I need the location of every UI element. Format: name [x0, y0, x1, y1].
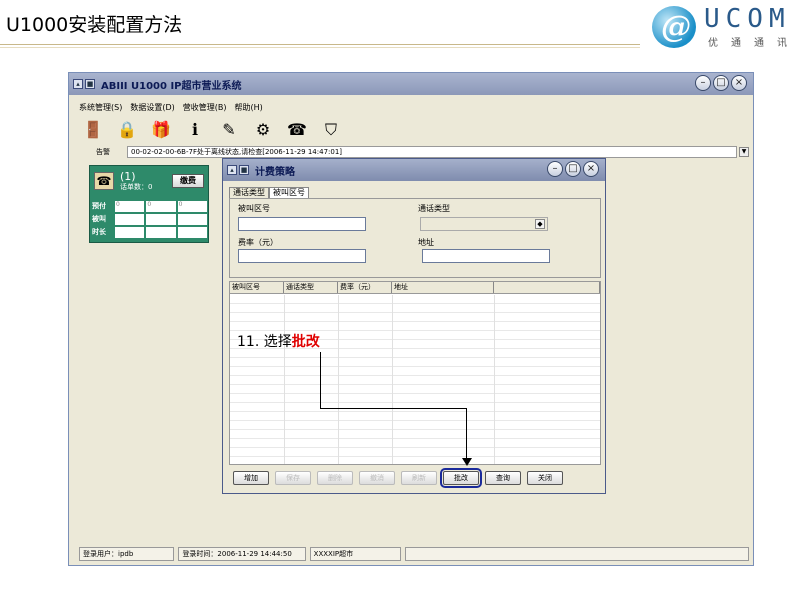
app-title-bar: ▴ ■ ABIII U1000 IP超市营业系统 – □ ×	[69, 73, 753, 95]
grid-cell	[176, 226, 208, 239]
close-button[interactable]: ×	[731, 75, 747, 91]
title-divider	[0, 44, 640, 45]
called-label: 被叫	[92, 215, 106, 223]
minimize-button[interactable]: –	[695, 75, 711, 91]
grid-cell: 0	[114, 200, 146, 213]
terminal-bill-count: 话单数：0	[120, 183, 153, 191]
gift-icon[interactable]: 🎁	[151, 119, 171, 141]
shield-icon[interactable]: ⛉	[321, 119, 341, 141]
maximize-button[interactable]: □	[713, 75, 729, 91]
batch-edit-button[interactable]: 批改	[440, 468, 482, 488]
title-divider-2	[0, 47, 640, 48]
filter-form: 被叫区号 通话类型 ◆ 费率（元） 地址	[229, 198, 601, 278]
save-button: 保存	[275, 471, 311, 485]
status-login-time: 登录时间：2006-11-29 14:44:50	[178, 547, 306, 561]
step-annotation: 11. 选择批改	[237, 331, 320, 351]
chevron-down-icon: ◆	[535, 219, 545, 229]
menu-system[interactable]: 系统管理(S)	[79, 102, 122, 113]
terminal-grid: 预付 0 0 0 被叫 时长	[92, 200, 208, 239]
grid-cell	[176, 213, 208, 226]
address-label: 地址	[418, 238, 434, 247]
dialog-menu-icon[interactable]: ▴	[227, 165, 237, 175]
rate-input[interactable]	[238, 249, 366, 263]
tab-called-area[interactable]: 被叫区号	[269, 187, 309, 198]
status-extra	[405, 547, 749, 561]
logo-subtitle: 优通通讯	[708, 38, 800, 49]
grid-cell	[145, 226, 177, 239]
call-type-select[interactable]: ◆	[420, 217, 548, 231]
call-type-label: 通话类型	[418, 204, 450, 213]
query-button[interactable]: 查询	[485, 471, 521, 485]
close-dialog-button[interactable]: 关闭	[527, 471, 563, 485]
table-body[interactable]	[230, 295, 600, 464]
dialog-buttons: 增加 保存 删除 撤消 刷新 批改 查询 关闭	[233, 468, 563, 488]
called-area-label: 被叫区号	[238, 204, 270, 213]
dialog-close-button[interactable]: ×	[583, 161, 599, 177]
grid-cell: 0	[145, 200, 177, 213]
status-store: XXXXIP超市	[309, 547, 402, 561]
toolbar: 🚪 🔒 🎁 ℹ ✎ ⚙ ☎ ⛉	[69, 115, 753, 145]
grid-cell	[114, 226, 146, 239]
status-user: 登录用户：ipdb	[79, 547, 175, 561]
dialog-minimize-button[interactable]: –	[547, 161, 563, 177]
delete-button: 删除	[317, 471, 353, 485]
callout-line	[320, 352, 321, 408]
rate-table: 被叫区号 通话类型 费率（元） 地址	[229, 281, 601, 465]
callout-line-horizontal	[320, 408, 466, 409]
status-bar: 登录用户：ipdb 登录时间：2006-11-29 14:44:50 XXXXI…	[79, 547, 749, 561]
col-call-type[interactable]: 通话类型	[284, 282, 338, 293]
dialog-title-bar: ▴ ■ 计费策略 – □ ×	[223, 159, 605, 181]
grid-cell	[145, 213, 177, 226]
settings-icon[interactable]: ⚙	[253, 119, 273, 141]
phone-icon[interactable]: ☎	[287, 119, 307, 141]
billing-policy-dialog: ▴ ■ 计费策略 – □ × 通话类型 被叫区号 被叫区号 通话类型 ◆ 费率（…	[222, 158, 606, 494]
col-rate[interactable]: 费率（元）	[338, 282, 392, 293]
logo-text: UCOM	[704, 4, 791, 34]
menu-help[interactable]: 帮助(H)	[234, 102, 262, 113]
alert-row: 告警 00-02-02-00-6B-7F处于离线状态,请检查[2006-11-2…	[79, 145, 749, 159]
col-address[interactable]: 地址	[392, 282, 494, 293]
called-area-input[interactable]	[238, 217, 366, 231]
telephone-icon: ☎	[94, 172, 114, 190]
lock-icon[interactable]: 🔒	[117, 119, 137, 141]
grid-cell: 0	[176, 200, 208, 213]
menu-revenue[interactable]: 营收管理(B)	[183, 102, 227, 113]
alert-dropdown-icon[interactable]: ▼	[739, 147, 749, 157]
add-button[interactable]: 增加	[233, 471, 269, 485]
dialog-maximize-button[interactable]: □	[565, 161, 581, 177]
col-called-area[interactable]: 被叫区号	[230, 282, 284, 293]
grid-cell	[114, 213, 146, 226]
info-icon[interactable]: ℹ	[185, 119, 205, 141]
alert-text: 00-02-02-00-6B-7F处于离线状态,请检查[2006-11-29 1…	[127, 146, 737, 158]
table-header: 被叫区号 通话类型 费率（元） 地址	[230, 282, 600, 294]
dialog-restore-icon[interactable]: ■	[239, 165, 249, 175]
undo-button: 撤消	[359, 471, 395, 485]
annotation-highlight: 批改	[291, 334, 320, 350]
dialog-title: 计费策略	[255, 166, 295, 178]
app-title: ABIII U1000 IP超市营业系统	[101, 80, 242, 92]
window-restore-icon[interactable]: ■	[85, 79, 95, 89]
duration-label: 时长	[92, 228, 106, 236]
menu-data[interactable]: 数据设置(D)	[130, 102, 174, 113]
terminal-panel[interactable]: ☎ (1) 话单数：0 缴费 预付 0 0 0 被叫 时长	[89, 165, 209, 243]
col-blank[interactable]	[494, 282, 600, 293]
rate-label: 费率（元）	[238, 238, 278, 247]
window-menu-icon[interactable]: ▴	[73, 79, 83, 89]
callout-line-down	[466, 408, 467, 462]
address-input[interactable]	[422, 249, 550, 263]
slide-title: U1000安装配置方法	[6, 14, 183, 36]
tab-call-type[interactable]: 通话类型	[229, 187, 269, 198]
alert-label: 告警	[96, 148, 110, 156]
arrow-down-icon	[462, 458, 472, 466]
dialog-tabs: 通话类型 被叫区号	[229, 187, 309, 198]
exit-icon[interactable]: 🚪	[83, 119, 103, 141]
logo-mark-icon: @	[652, 6, 696, 48]
ucom-logo: @ UCOM 优通通讯	[650, 4, 800, 50]
menu-bar: 系统管理(S) 数据设置(D) 营收管理(B) 帮助(H)	[69, 99, 753, 115]
edit-icon[interactable]: ✎	[219, 119, 239, 141]
pay-button[interactable]: 缴费	[172, 174, 204, 188]
refresh-button: 刷新	[401, 471, 437, 485]
prepaid-label: 预付	[92, 202, 106, 210]
annotation-prefix: 11. 选择	[237, 334, 292, 350]
